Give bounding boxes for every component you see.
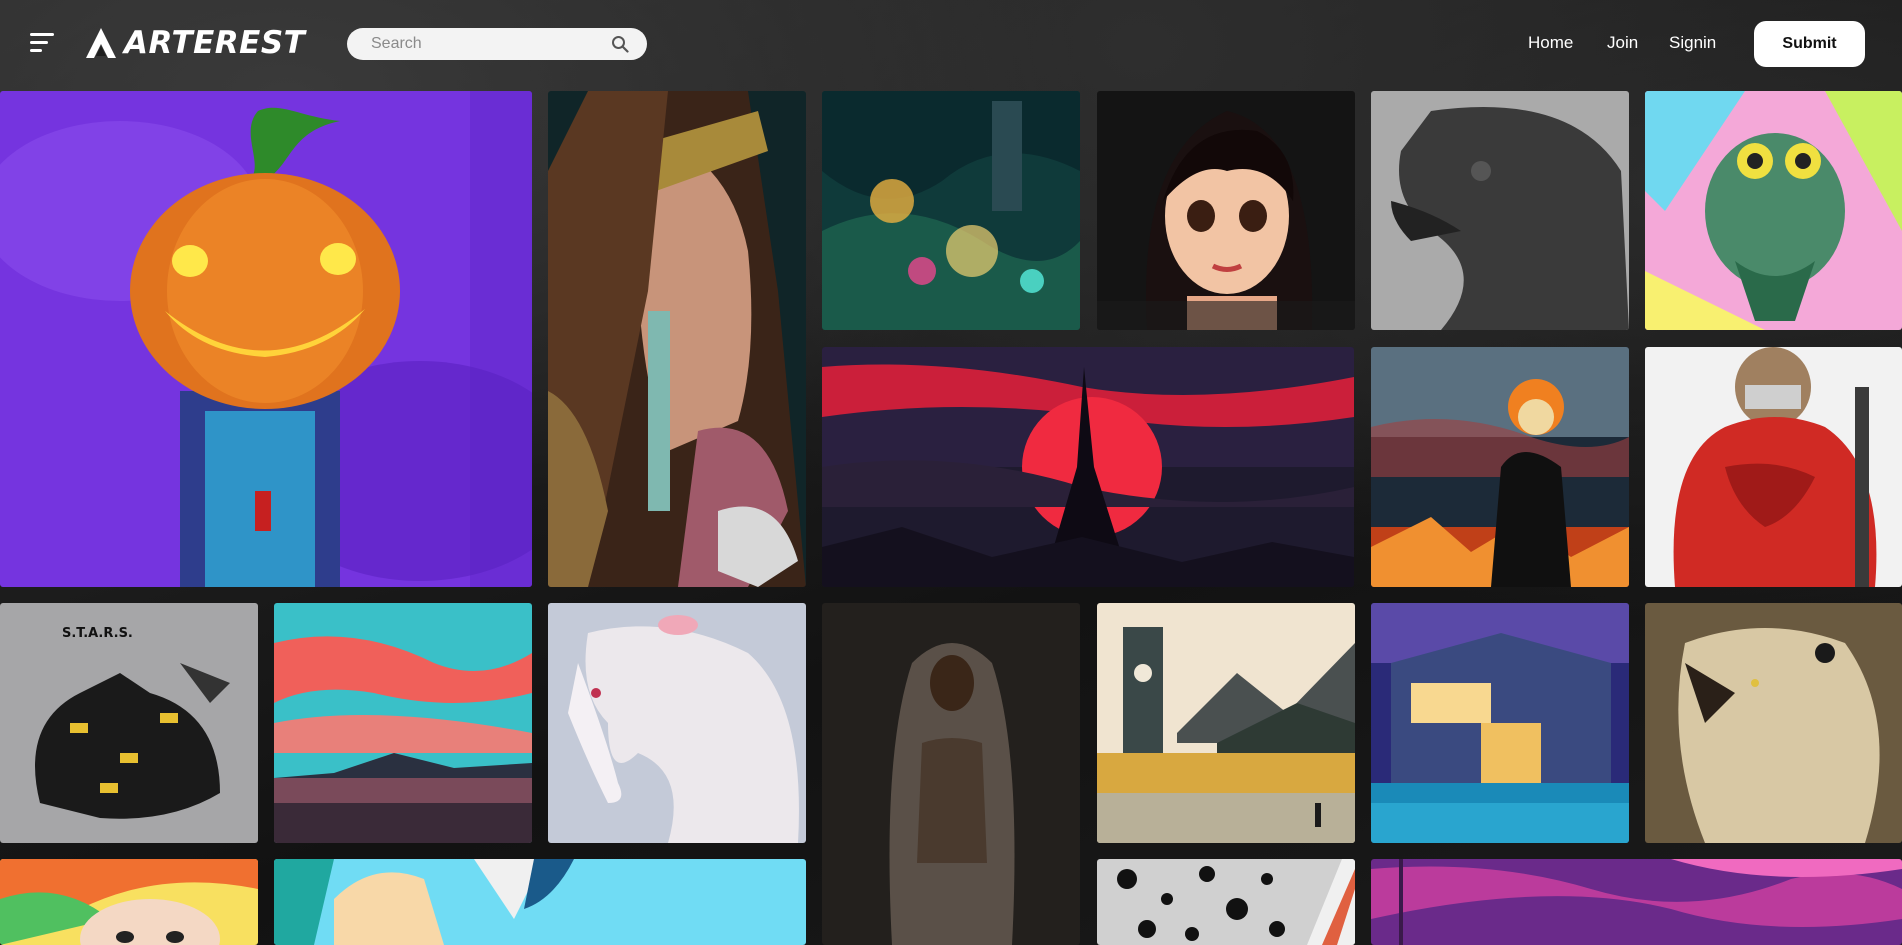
artwork-tile-night-house[interactable]	[1371, 603, 1629, 843]
artwork-tile-rainbow-character[interactable]	[0, 859, 258, 945]
ghost-rider-image	[1371, 347, 1629, 587]
artwork-tile-cartoon-girl[interactable]	[1097, 91, 1355, 330]
owl-artwork-image	[1645, 91, 1902, 330]
artwork-tile-battle-scene[interactable]	[822, 91, 1080, 330]
trash-bag-image: S.T.A.R.S.	[0, 603, 258, 843]
artwork-tile-purple-sky[interactable]	[1371, 859, 1902, 945]
sunset-sea-image	[274, 603, 532, 843]
wolf-image	[1645, 603, 1902, 843]
dots-pattern-image	[1097, 859, 1355, 945]
monolith-landscape-image	[1097, 603, 1355, 843]
artwork-tile-cyan-cartoon[interactable]	[274, 859, 806, 945]
artwork-tile-wolf[interactable]	[1645, 603, 1902, 843]
artwork-tile-stars-trash-bag[interactable]: S.T.A.R.S.	[0, 603, 258, 843]
pumpkin-artwork-image	[0, 91, 532, 587]
artwork-tile-red-cloak-figure[interactable]	[1645, 347, 1902, 587]
artwork-tile-sunset-sea[interactable]	[274, 603, 532, 843]
artwork-tile-dots-pattern[interactable]	[1097, 859, 1355, 945]
purple-sky-image	[1371, 859, 1902, 945]
white-horse-image	[548, 603, 806, 843]
artwork-tile-monolith-landscape[interactable]	[1097, 603, 1355, 843]
girl-portrait-image	[1097, 91, 1355, 330]
artwork-tile-red-sunset-tower[interactable]	[822, 347, 1354, 587]
rainbow-character-image	[0, 859, 258, 945]
red-cloak-image	[1645, 347, 1902, 587]
artwork-tile-ghost-rider[interactable]	[1371, 347, 1629, 587]
artwork-tile-owl-creature[interactable]	[1645, 91, 1902, 330]
stars-caption: S.T.A.R.S.	[62, 626, 133, 641]
sunset-tower-image	[822, 347, 1354, 587]
battle-artwork-image	[822, 91, 1080, 330]
artwork-tile-white-horse[interactable]	[548, 603, 806, 843]
hooded-figure-image	[822, 603, 1080, 945]
cyan-cartoon-image	[274, 859, 806, 945]
night-house-image	[1371, 603, 1629, 843]
sculpture-artwork-image	[1371, 91, 1629, 330]
artwork-gallery: S.T.A.R.S.	[0, 0, 1902, 945]
artwork-tile-hooded-figure[interactable]	[822, 603, 1080, 945]
artwork-tile-elf-warrior[interactable]	[548, 91, 806, 587]
artwork-tile-monster-sculpture[interactable]	[1371, 91, 1629, 330]
elf-artwork-image	[548, 91, 806, 587]
artwork-tile-pumpkin[interactable]	[0, 91, 532, 587]
